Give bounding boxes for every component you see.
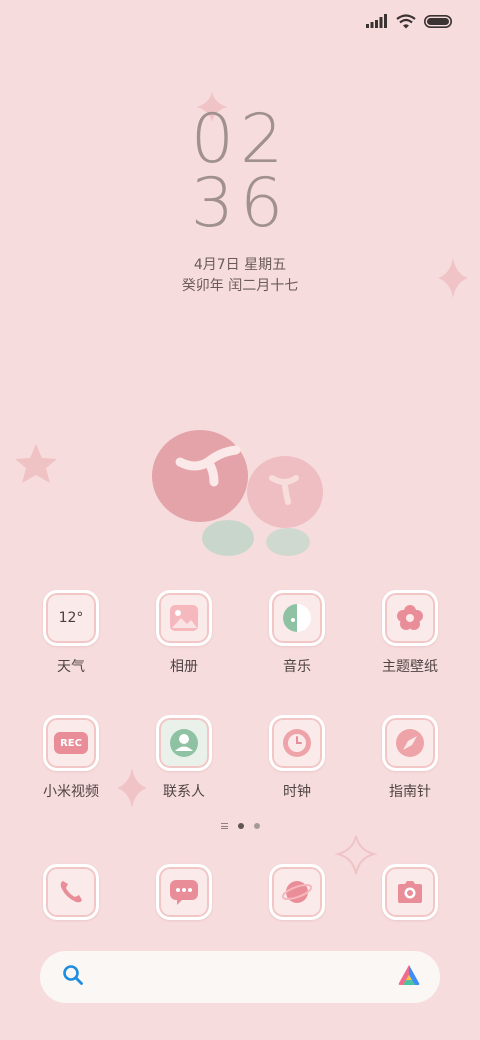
- contacts-icon: [156, 715, 212, 771]
- themes-flower-icon: [382, 590, 438, 646]
- phone-icon: [43, 864, 99, 920]
- status-bar: [366, 10, 452, 32]
- music-icon: [269, 590, 325, 646]
- app-themes[interactable]: 主题壁纸: [360, 590, 460, 676]
- lunar-date-text: 癸卯年 闰二月十七: [181, 278, 299, 294]
- dock-messages[interactable]: [134, 864, 234, 920]
- search-bar[interactable]: [40, 951, 440, 1003]
- compass-icon: [382, 715, 438, 771]
- browser-planet-icon: [269, 864, 325, 920]
- search-icon[interactable]: [62, 964, 84, 990]
- app-clock[interactable]: 时钟: [247, 715, 347, 801]
- app-compass[interactable]: 指南针: [360, 715, 460, 801]
- app-label: 时钟: [283, 784, 311, 800]
- app-label: 小米视频: [43, 784, 99, 800]
- app-contacts[interactable]: 联系人: [134, 715, 234, 801]
- assistant-logo-icon[interactable]: [396, 963, 422, 991]
- app-label: 天气: [57, 659, 85, 675]
- app-label: 主题壁纸: [382, 659, 438, 675]
- page-menu-icon[interactable]: [220, 823, 228, 829]
- date-text[interactable]: 4月7日 星期五: [0, 254, 480, 274]
- dock-phone[interactable]: [21, 864, 121, 920]
- app-video[interactable]: REC 小米视频: [21, 715, 121, 801]
- messages-icon: [156, 864, 212, 920]
- camera-icon: [382, 864, 438, 920]
- weather-temperature: 12°: [58, 610, 84, 626]
- clock-hours: 02: [190, 100, 290, 179]
- clock-minutes: 36: [190, 164, 290, 243]
- page-indicator[interactable]: [0, 823, 480, 829]
- app-label: 指南针: [389, 784, 431, 800]
- wifi-icon: [396, 13, 416, 29]
- video-rec-icon: REC: [43, 715, 99, 771]
- weather-icon: 12°: [43, 590, 99, 646]
- page-dot[interactable]: [253, 823, 260, 829]
- rec-badge: REC: [60, 737, 82, 749]
- gallery-icon: [156, 590, 212, 646]
- app-weather[interactable]: 12° 天气: [21, 590, 121, 676]
- app-label: 相册: [170, 659, 198, 675]
- app-label: 联系人: [163, 784, 205, 800]
- app-gallery[interactable]: 相册: [134, 590, 234, 676]
- app-music[interactable]: 音乐: [247, 590, 347, 676]
- page-dot-active[interactable]: [237, 823, 244, 829]
- battery-icon: [424, 14, 452, 28]
- signal-bars-icon: [366, 14, 388, 28]
- lockscreen-clock[interactable]: 02 36: [0, 100, 480, 243]
- dock-browser[interactable]: [247, 864, 347, 920]
- clock-icon: [269, 715, 325, 771]
- app-label: 音乐: [283, 659, 311, 675]
- dock-camera[interactable]: [360, 864, 460, 920]
